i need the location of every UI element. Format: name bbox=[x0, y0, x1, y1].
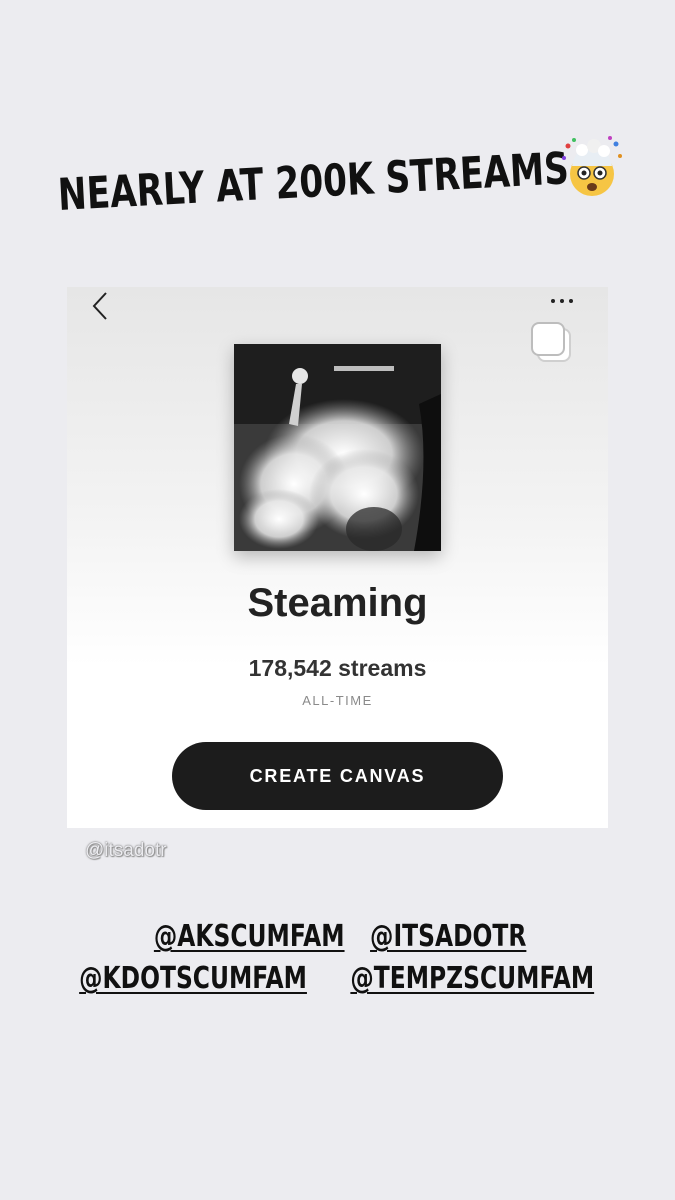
headline-text: NEARLY AT 200K STREAMS bbox=[56, 142, 570, 221]
album-artwork bbox=[234, 344, 441, 551]
mention-tag[interactable]: @KDOTSCUMFAM bbox=[79, 960, 307, 998]
stream-stats-card: Steaming 178,542 streams ALL-TIME CREATE… bbox=[67, 287, 608, 828]
song-title: Steaming bbox=[247, 581, 428, 625]
more-dots-icon[interactable] bbox=[551, 295, 579, 307]
period-label: ALL-TIME bbox=[302, 693, 373, 708]
mention-tag[interactable]: @AKSCUMFAM bbox=[153, 918, 344, 956]
create-canvas-button[interactable]: CREATE CANVAS bbox=[172, 742, 503, 810]
exploding-head-emoji-icon bbox=[562, 136, 622, 196]
mention-tags: @AKSCUMFAM @ITSADOTR @KDOTSCUMFAM @TEMPZ… bbox=[0, 918, 675, 1002]
chevron-left-icon[interactable] bbox=[89, 291, 113, 321]
mention-tag[interactable]: @ITSADOTR bbox=[370, 918, 526, 956]
username-watermark: @itsadotr bbox=[85, 840, 167, 861]
story-headline: NEARLY AT 200K STREAMS bbox=[56, 120, 640, 240]
mention-tag[interactable]: @TEMPZSCUMFAM bbox=[350, 960, 594, 998]
stack-icon[interactable] bbox=[530, 321, 574, 365]
stream-count: 178,542 streams bbox=[248, 655, 427, 681]
